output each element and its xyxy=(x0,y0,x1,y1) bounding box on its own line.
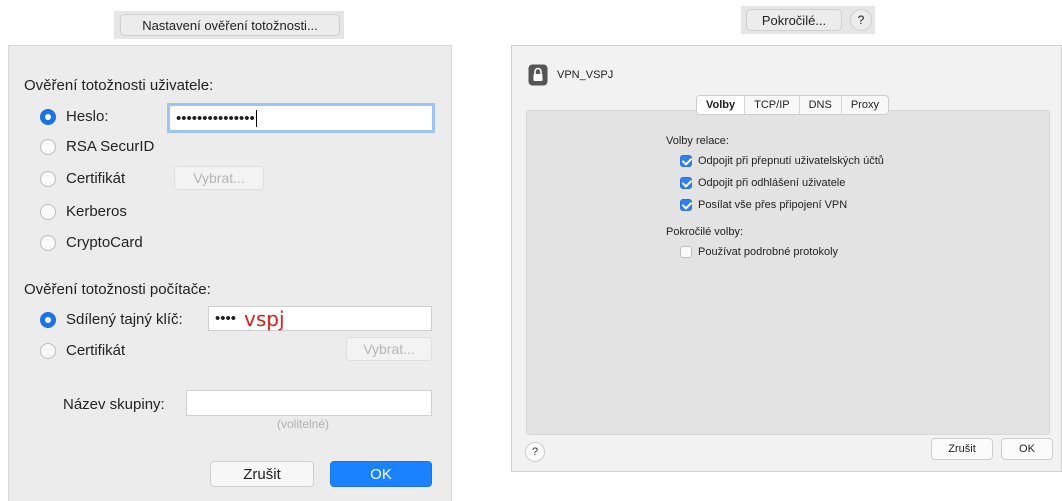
radio-kerberos-label: Kerberos xyxy=(66,203,127,220)
checkbox-disconnect-logout-label: Odpojit při odhlášení uživatele xyxy=(698,177,846,189)
vpn-name: VPN_VSPJ xyxy=(557,69,614,81)
checkbox-send-all-traffic[interactable] xyxy=(680,199,692,211)
checkbox-disconnect-user-switch-label: Odpojit při přepnutí uživatelských účtů xyxy=(698,155,884,167)
radio-cryptocard-label: CryptoCard xyxy=(66,234,143,251)
radio-certificate-label: Certifikát xyxy=(66,170,126,187)
advanced-options-title: Pokročilé volby: xyxy=(666,226,744,238)
help-button[interactable]: ? xyxy=(525,442,545,462)
user-auth-title: Ověření totožnosti uživatele: xyxy=(24,77,214,94)
radio-option-shared-secret[interactable]: Sdílený tajný klíč: xyxy=(40,311,183,328)
group-name-hint: (volitelné) xyxy=(277,417,330,431)
radio-cryptocard[interactable] xyxy=(40,234,56,251)
group-name-label: Název skupiny: xyxy=(63,396,165,413)
password-value: ••••••••••••••• xyxy=(176,109,255,127)
group-name-field[interactable] xyxy=(186,390,432,416)
checkbox-disconnect-logout[interactable] xyxy=(680,177,692,189)
vpn-advanced-dialog: VPN_VSPJ Volby TCP/IP DNS Proxy Volby re… xyxy=(511,45,1062,472)
authentication-settings-button[interactable]: Nastavení ověření totožnosti... xyxy=(120,14,340,36)
radio-option-computer-certificate[interactable]: Certifikát xyxy=(40,342,125,359)
session-options-title: Volby relace: xyxy=(666,135,729,147)
radio-shared-secret[interactable] xyxy=(40,311,56,328)
ok-button[interactable]: OK xyxy=(330,461,432,487)
checkbox-send-all-traffic-label: Posílat vše přes připojení VPN xyxy=(698,199,848,211)
text-cursor xyxy=(255,109,257,127)
checkbox-verbose-logging-label: Používat podrobné protokoly xyxy=(698,246,839,258)
radio-option-kerberos[interactable]: Kerberos xyxy=(40,203,127,220)
user-select-certificate-button[interactable]: Vybrat... xyxy=(174,166,264,190)
dialog-cancel-button[interactable]: Zrušit xyxy=(931,438,993,460)
advanced-button[interactable]: Pokročilé... xyxy=(746,9,842,31)
radio-rsa-label: RSA SecurID xyxy=(66,138,155,155)
tab-tcpip[interactable]: TCP/IP xyxy=(745,96,800,114)
authentication-settings-dialog: Ověření totožnosti uživatele: Heslo: •••… xyxy=(8,45,452,501)
checkbox-row-verbose-logging[interactable]: Používat podrobné protokoly xyxy=(680,246,838,258)
checkbox-row-send-all-traffic[interactable]: Posílat vše přes připojení VPN xyxy=(680,199,847,211)
radio-computer-certificate[interactable] xyxy=(40,342,56,359)
password-field[interactable]: ••••••••••••••• xyxy=(167,103,435,133)
radio-password-label: Heslo: xyxy=(66,108,109,125)
top-help-button[interactable]: ? xyxy=(850,9,872,31)
lock-icon xyxy=(528,64,548,86)
dialog-ok-button[interactable]: OK xyxy=(1001,438,1053,460)
computer-auth-title: Ověření totožnosti počítače: xyxy=(24,281,211,298)
radio-option-rsa[interactable]: RSA SecurID xyxy=(40,138,154,155)
checkbox-row-disconnect-logout[interactable]: Odpojit při odhlášení uživatele xyxy=(680,177,845,189)
radio-computer-certificate-label: Certifikát xyxy=(66,342,126,359)
tab-dns[interactable]: DNS xyxy=(800,96,842,114)
checkbox-verbose-logging[interactable] xyxy=(680,246,692,258)
checkbox-row-disconnect-user-switch[interactable]: Odpojit při přepnutí uživatelských účtů xyxy=(680,155,884,167)
tab-options[interactable]: Volby xyxy=(697,96,746,114)
shared-secret-dots: •••• xyxy=(215,310,237,327)
cancel-button[interactable]: Zrušit xyxy=(210,461,314,487)
radio-option-certificate[interactable]: Certifikát xyxy=(40,170,125,187)
radio-certificate[interactable] xyxy=(40,170,56,187)
tab-bar: Volby TCP/IP DNS Proxy xyxy=(696,95,889,115)
radio-rsa[interactable] xyxy=(40,138,56,155)
options-pane: Volby relace: Odpojit při přepnutí uživa… xyxy=(526,110,1050,435)
radio-option-cryptocard[interactable]: CryptoCard xyxy=(40,234,143,251)
radio-kerberos[interactable] xyxy=(40,203,56,220)
radio-option-password[interactable]: Heslo: xyxy=(40,108,109,125)
shared-secret-annotation: vspj xyxy=(244,306,285,331)
radio-password[interactable] xyxy=(40,108,56,125)
shared-secret-field[interactable]: •••• vspj xyxy=(208,306,432,331)
computer-select-certificate-button[interactable]: Vybrat... xyxy=(346,337,432,361)
radio-shared-secret-label: Sdílený tajný klíč: xyxy=(66,311,183,328)
checkbox-disconnect-user-switch[interactable] xyxy=(680,155,692,167)
tab-proxy[interactable]: Proxy xyxy=(842,96,888,114)
